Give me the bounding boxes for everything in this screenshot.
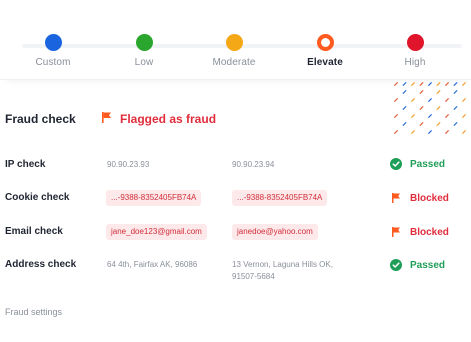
pattern-mark bbox=[402, 122, 407, 126]
status-text: Passed bbox=[410, 158, 446, 170]
pattern-mark bbox=[453, 106, 458, 110]
status-text: Blocked bbox=[410, 192, 449, 204]
pattern-mark bbox=[402, 90, 407, 94]
flag-icon bbox=[392, 227, 400, 237]
cookie-value-a: ...-9388-8352405FB74A bbox=[106, 190, 202, 206]
status-badge: Passed bbox=[390, 259, 445, 271]
status-badge: Blocked bbox=[390, 226, 449, 238]
pattern-mark bbox=[436, 90, 441, 94]
row-label-email-check: Email check bbox=[5, 226, 63, 237]
ip-value-b: 90.90.23.94 bbox=[232, 160, 275, 169]
pattern-mark bbox=[402, 82, 407, 86]
email-value-b: janedoe@yahoo.com bbox=[232, 224, 318, 240]
pattern-mark bbox=[436, 106, 441, 110]
fraud-status: Flagged as fraud bbox=[120, 112, 217, 126]
pattern-mark bbox=[436, 122, 441, 126]
address-line-2: 91507-5684 bbox=[232, 272, 275, 281]
pattern-mark bbox=[419, 90, 424, 94]
row-label-address-check: Address check bbox=[5, 259, 77, 270]
pattern-mark bbox=[402, 106, 407, 110]
pattern-mark bbox=[445, 130, 449, 134]
ip-value-a: 90.90.23.93 bbox=[107, 160, 150, 169]
pattern-mark bbox=[453, 82, 458, 86]
row-label-cookie-check: Cookie check bbox=[5, 192, 70, 203]
address-line-1: 13 Vernon, Laguna Hills OK, bbox=[232, 260, 333, 269]
risk-dot-icon bbox=[225, 34, 243, 51]
pattern-mark bbox=[462, 98, 466, 102]
pattern-mark bbox=[428, 114, 432, 118]
pattern-mark bbox=[428, 98, 432, 102]
pattern-mark bbox=[394, 98, 398, 102]
row-label-ip-check: IP check bbox=[5, 159, 46, 170]
status-text: Blocked bbox=[410, 226, 449, 238]
risk-level-low[interactable]: Low bbox=[99, 34, 189, 68]
pattern-mark bbox=[453, 122, 458, 126]
pattern-mark bbox=[462, 82, 466, 86]
risk-dot-icon bbox=[406, 34, 424, 51]
fraud-settings-link[interactable]: Fraud settings bbox=[5, 307, 62, 317]
status-badge: Passed bbox=[390, 158, 445, 170]
decorative-pattern bbox=[394, 82, 466, 134]
flag-icon bbox=[392, 193, 400, 203]
risk-level-high[interactable]: High bbox=[370, 34, 460, 68]
check-circle-icon bbox=[390, 259, 402, 271]
status-text: Passed bbox=[410, 259, 446, 271]
fraud-check-title: Fraud check bbox=[5, 112, 76, 126]
pattern-mark bbox=[411, 114, 415, 118]
risk-dot-icon bbox=[135, 34, 153, 51]
email-value-a: jane_doe123@gmail.com bbox=[106, 224, 207, 240]
cookie-value-b: ...-9388-8352405FB74A bbox=[232, 190, 328, 206]
status-badge: Blocked bbox=[390, 192, 449, 204]
address-value-a: 64 4th, Fairfax AK, 96086 bbox=[107, 260, 198, 269]
pattern-mark bbox=[419, 122, 424, 126]
pattern-mark bbox=[411, 98, 415, 102]
address-value-b: 13 Vernon, Laguna Hills OK, 91507-5684 bbox=[232, 259, 333, 283]
risk-dot-icon bbox=[44, 34, 62, 51]
risk-level-moderate[interactable]: Moderate bbox=[189, 34, 279, 68]
flag-icon bbox=[102, 112, 111, 123]
risk-level-selector: Custom Low Moderate Elevate High bbox=[0, 0, 471, 80]
pattern-mark bbox=[411, 130, 415, 134]
risk-label: Moderate bbox=[212, 57, 256, 68]
pattern-mark bbox=[419, 106, 424, 110]
risk-dot-selected-icon bbox=[316, 34, 334, 51]
pattern-mark bbox=[428, 130, 432, 134]
pattern-mark bbox=[394, 82, 398, 86]
pattern-mark bbox=[445, 98, 449, 102]
risk-level-elevate[interactable]: Elevate bbox=[280, 34, 370, 68]
risk-level-custom[interactable]: Custom bbox=[8, 34, 98, 68]
pattern-mark bbox=[445, 114, 449, 118]
pattern-mark bbox=[428, 82, 432, 86]
risk-label: Elevate bbox=[307, 57, 343, 68]
pattern-mark bbox=[394, 130, 398, 134]
pattern-mark bbox=[445, 82, 449, 86]
pattern-mark bbox=[436, 82, 441, 86]
risk-label: Low bbox=[134, 57, 154, 68]
pattern-mark bbox=[462, 130, 466, 134]
pattern-mark bbox=[419, 82, 424, 86]
pattern-mark bbox=[462, 114, 466, 118]
pattern-mark bbox=[411, 82, 415, 86]
check-circle-icon bbox=[390, 158, 402, 170]
risk-label: Custom bbox=[35, 57, 71, 68]
pattern-mark bbox=[394, 114, 398, 118]
risk-label: High bbox=[404, 57, 426, 68]
pattern-mark bbox=[453, 90, 458, 94]
